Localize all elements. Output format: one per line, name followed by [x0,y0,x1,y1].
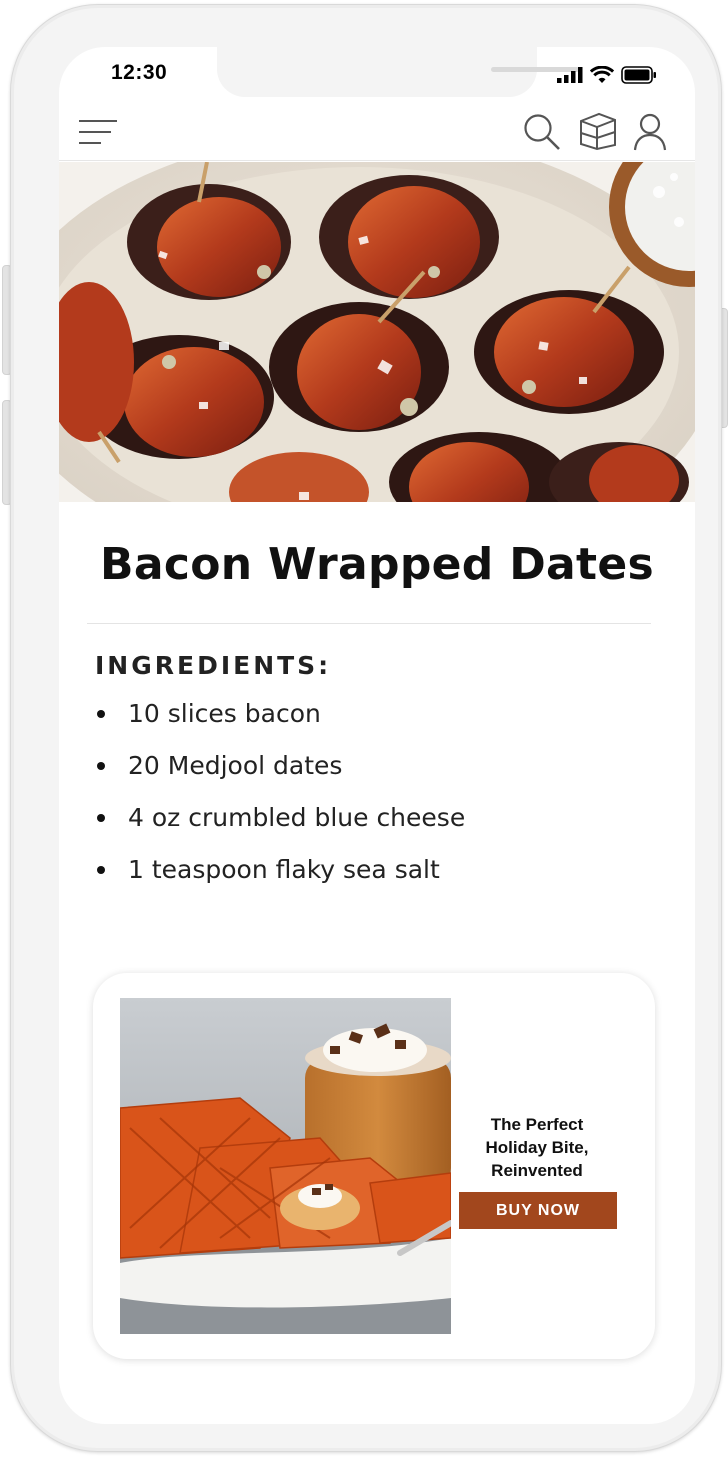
ad-headline-line: Reinvented [491,1161,583,1180]
ingredient-item: 4 oz crumbled blue cheese [95,803,465,855]
top-nav [59,99,695,161]
ad-headline-line: The Perfect [490,1115,584,1134]
status-time: 12:30 [111,61,168,84]
ad-headline-line: Holiday Bite, [485,1138,589,1157]
ingredients-list: 10 slices bacon 20 Medjool dates 4 oz cr… [95,699,465,907]
ad-card[interactable]: The Perfect Holiday Bite, Reinvented BUY… [93,973,655,1359]
ingredient-item: 20 Medjool dates [95,751,465,803]
buy-now-button[interactable]: BUY NOW [459,1192,617,1229]
notch [217,47,579,97]
hamburger-menu-icon[interactable] [79,119,119,145]
user-icon[interactable] [633,113,667,151]
phone-frame: 12:30 Bacon Wrapped Dates INGREDIENTS: 1… [10,4,722,1452]
signal-icon [557,67,583,83]
recipe-hero-image [59,162,695,502]
screen: 12:30 Bacon Wrapped Dates INGREDIENTS: 1… [59,47,695,1424]
recipe-title: Bacon Wrapped Dates [100,539,654,590]
package-icon[interactable] [579,111,617,151]
divider [87,623,651,624]
ad-product-image[interactable] [120,998,451,1334]
battery-icon [621,66,656,84]
search-icon[interactable] [523,113,561,151]
status-icons [557,65,657,85]
wifi-icon [590,66,614,83]
ingredients-heading: INGREDIENTS: [95,651,332,680]
ingredient-item: 10 slices bacon [95,699,465,751]
ad-headline: The Perfect Holiday Bite, Reinvented [461,1113,613,1182]
ingredient-item: 1 teaspoon flaky sea salt [95,855,465,907]
status-bar: 12:30 [59,47,695,99]
